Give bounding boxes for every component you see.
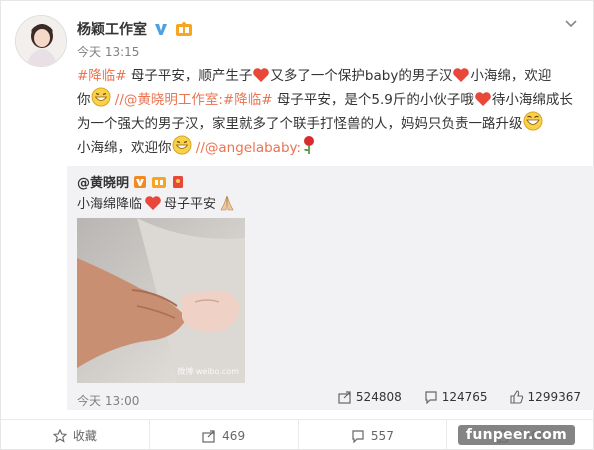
verified-badge-icon — [134, 175, 147, 188]
avatar[interactable] — [15, 15, 67, 67]
grin-emoji-icon — [172, 135, 191, 155]
repost-timestamp[interactable]: 今天 13:00 — [77, 392, 139, 409]
verified-icon — [155, 24, 167, 35]
post-text: #降临# 母子平安，顺产生子 又多了一个保护baby的男子汉 小海绵，欢迎你 //@… — [77, 68, 573, 156]
heart-icon — [475, 92, 491, 106]
image-watermark: 微博 weibo.com — [177, 367, 239, 376]
repost-text: 小海绵降临 母子平安 — [77, 193, 236, 212]
heart-icon — [453, 68, 470, 82]
grin-emoji-icon — [91, 87, 110, 107]
favorite-button[interactable]: 收藏 — [1, 420, 150, 450]
chevron-down-icon[interactable] — [563, 15, 579, 31]
comment-button[interactable]: 557 — [299, 420, 448, 450]
rose-icon — [304, 136, 315, 154]
repost-box: @黄晓明 小海绵降临 母子平安 微博 weibo.com 今天 13:00 52… — [67, 166, 594, 410]
post-timestamp[interactable]: 今天 13:15 — [77, 43, 139, 60]
red-envelope-icon — [173, 175, 184, 188]
praying-hands-icon — [220, 195, 234, 210]
thumbs-up-icon — [509, 390, 523, 404]
comment-icon — [352, 429, 364, 443]
share-icon — [338, 391, 351, 404]
heart-icon — [253, 68, 270, 82]
vip-badge-icon — [176, 22, 192, 36]
star-icon — [52, 428, 67, 443]
topic-link[interactable]: #降临# — [77, 68, 127, 84]
weibo-card: 杨颖工作室 今天 13:15 #降临# 母子平安，顺产生子 又多了一个保护baby… — [0, 0, 594, 450]
comment-icon — [425, 391, 437, 404]
laugh-emoji-icon — [523, 111, 542, 131]
mention-link[interactable]: //@angelababy: — [192, 140, 301, 156]
baby-fist-photo[interactable]: 微博 weibo.com — [77, 218, 245, 383]
site-watermark: funpeer.com — [457, 425, 575, 445]
repost-author-name[interactable]: @黄晓明 — [77, 172, 129, 191]
heart-icon — [145, 195, 161, 210]
forward-button[interactable]: 469 — [150, 420, 299, 450]
author-name[interactable]: 杨颖工作室 — [77, 19, 147, 39]
repost-forward-stat[interactable]: 524808 — [338, 390, 402, 404]
repost-author-row: @黄晓明 — [77, 172, 185, 191]
repost-like-stat[interactable]: 1299367 — [509, 390, 581, 404]
vip-badge-icon — [152, 176, 167, 188]
repost-comment-stat[interactable]: 124765 — [424, 390, 488, 404]
share-icon — [202, 429, 215, 443]
mention-link[interactable]: //@黄晓明工作室:#降临# — [111, 92, 273, 108]
author-row: 杨颖工作室 — [77, 19, 193, 39]
repost-stats: 524808 124765 1299367 — [338, 390, 581, 404]
